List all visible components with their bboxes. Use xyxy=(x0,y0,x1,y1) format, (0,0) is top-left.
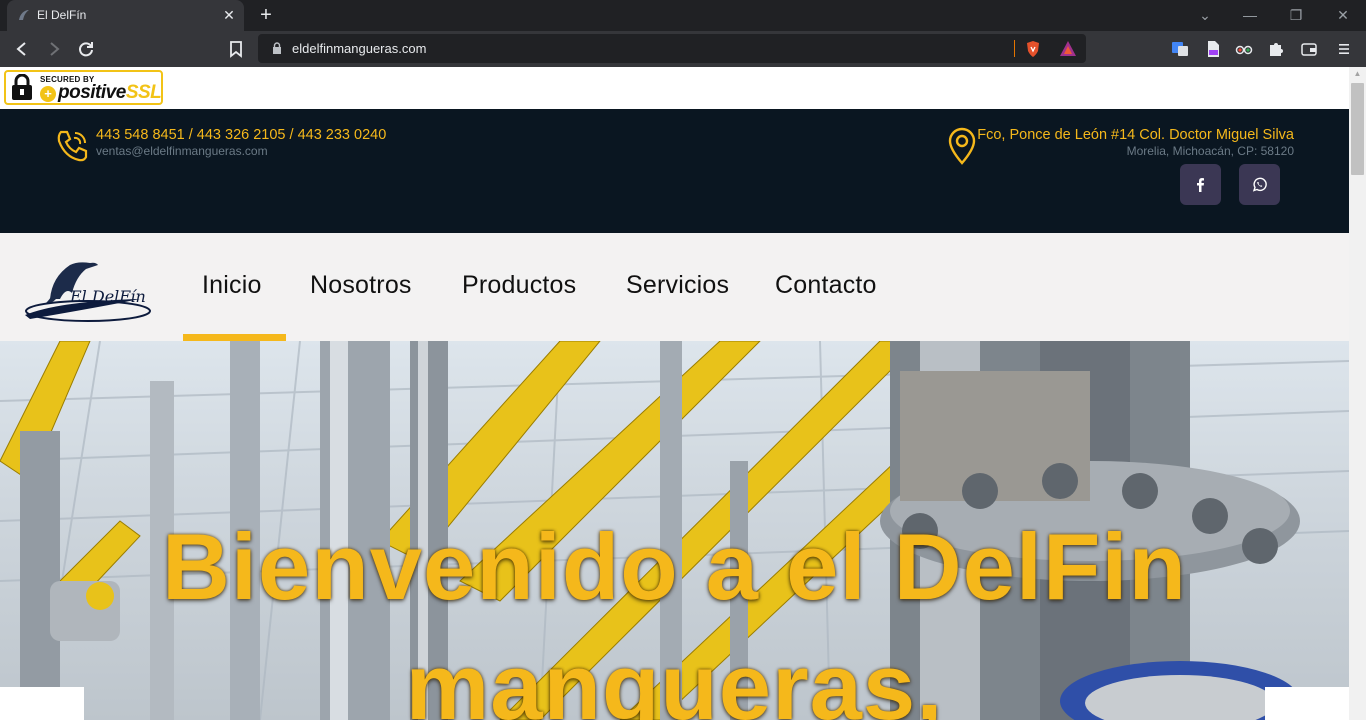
hero-corner-right xyxy=(1265,687,1349,720)
address-bar[interactable]: eldelfinmangueras.com xyxy=(258,34,1086,63)
email-address[interactable]: ventas@eldelfinmangueras.com xyxy=(96,144,268,158)
hero-line-2: mangueras, xyxy=(405,634,944,720)
tab-search-chevron-icon[interactable]: ⌄ xyxy=(1195,5,1215,25)
dolphin-favicon-icon xyxy=(19,10,29,20)
url-text: eldelfinmangueras.com xyxy=(292,41,427,56)
brave-shields-icon[interactable] xyxy=(1025,40,1041,58)
wallet-icon[interactable] xyxy=(1300,40,1318,58)
restore-button[interactable]: ❐ xyxy=(1286,5,1306,25)
nav-contacto[interactable]: Contacto xyxy=(775,271,877,300)
hero-line-1: Bienvenido a el DelFin xyxy=(162,514,1187,619)
padlock-icon xyxy=(12,74,32,100)
location-pin-icon xyxy=(948,127,976,165)
scrollbar-thumb[interactable] xyxy=(1351,83,1364,175)
site-logo[interactable]: El DelFín xyxy=(20,259,160,327)
back-icon[interactable] xyxy=(11,38,33,60)
tab-title: El DelFín xyxy=(37,8,87,22)
positive-ssl-badge[interactable]: SECURED BY + positiveSSL xyxy=(4,70,163,105)
bookmark-icon[interactable] xyxy=(225,38,247,60)
main-navbar: El DelFín Inicio Nosotros Productos Serv… xyxy=(0,233,1349,341)
reload-icon[interactable] xyxy=(75,38,97,60)
nav-active-indicator xyxy=(183,334,286,341)
omnibox-divider xyxy=(1014,40,1015,57)
browser-tab-strip: El DelFín ✕ + ⌄ — ❐ ✕ xyxy=(0,0,1366,31)
nav-inicio[interactable]: Inicio xyxy=(202,271,262,300)
minimize-button[interactable]: — xyxy=(1240,5,1260,25)
glasses-extension-icon[interactable] xyxy=(1235,40,1253,58)
browser-tab[interactable]: El DelFín ✕ xyxy=(7,0,244,31)
city-address: Morelia, Michoacán, CP: 58120 xyxy=(1126,144,1294,158)
whatsapp-button[interactable] xyxy=(1239,164,1280,205)
street-address: Fco, Ponce de León #14 Col. Doctor Migue… xyxy=(977,127,1294,143)
tab-close-icon[interactable]: ✕ xyxy=(220,6,238,24)
logo-text: El DelFín xyxy=(70,287,146,306)
web-page: SECURED BY + positiveSSL 443 548 8451 / … xyxy=(0,67,1349,720)
whatsapp-icon xyxy=(1252,177,1267,192)
menu-icon[interactable] xyxy=(1335,40,1353,58)
contact-topbar: 443 548 8451 / 443 326 2105 / 443 233 02… xyxy=(0,109,1349,233)
nav-servicios[interactable]: Servicios xyxy=(626,271,729,300)
page-scrollbar[interactable]: ▲ xyxy=(1349,67,1366,720)
brave-rewards-icon[interactable] xyxy=(1059,40,1077,57)
facebook-icon xyxy=(1197,178,1204,192)
close-window-button[interactable]: ✕ xyxy=(1333,5,1353,25)
nav-nosotros[interactable]: Nosotros xyxy=(310,271,412,300)
nav-productos[interactable]: Productos xyxy=(462,271,576,300)
pdf-extension-icon[interactable] xyxy=(1204,40,1222,58)
translate-extension-icon[interactable] xyxy=(1171,40,1189,58)
scroll-up-arrow-icon[interactable]: ▲ xyxy=(1349,67,1366,81)
new-tab-button[interactable]: + xyxy=(256,4,276,26)
hero-corner-left xyxy=(0,687,84,720)
phone-numbers[interactable]: 443 548 8451 / 443 326 2105 / 443 233 02… xyxy=(96,127,386,143)
hero-heading: Bienvenido a el DelFin mangueras, xyxy=(0,507,1349,720)
forward-icon[interactable] xyxy=(43,38,65,60)
browser-toolbar: eldelfinmangueras.com xyxy=(0,31,1366,67)
hero-banner: Bienvenido a el DelFin mangueras, xyxy=(0,341,1349,720)
ssl-plus-icon: + xyxy=(40,86,56,102)
extensions-puzzle-icon[interactable] xyxy=(1267,40,1285,58)
ssl-brand-text: positiveSSL xyxy=(58,82,162,103)
phone-icon xyxy=(57,130,88,162)
lock-icon xyxy=(273,42,281,54)
facebook-button[interactable] xyxy=(1180,164,1221,205)
